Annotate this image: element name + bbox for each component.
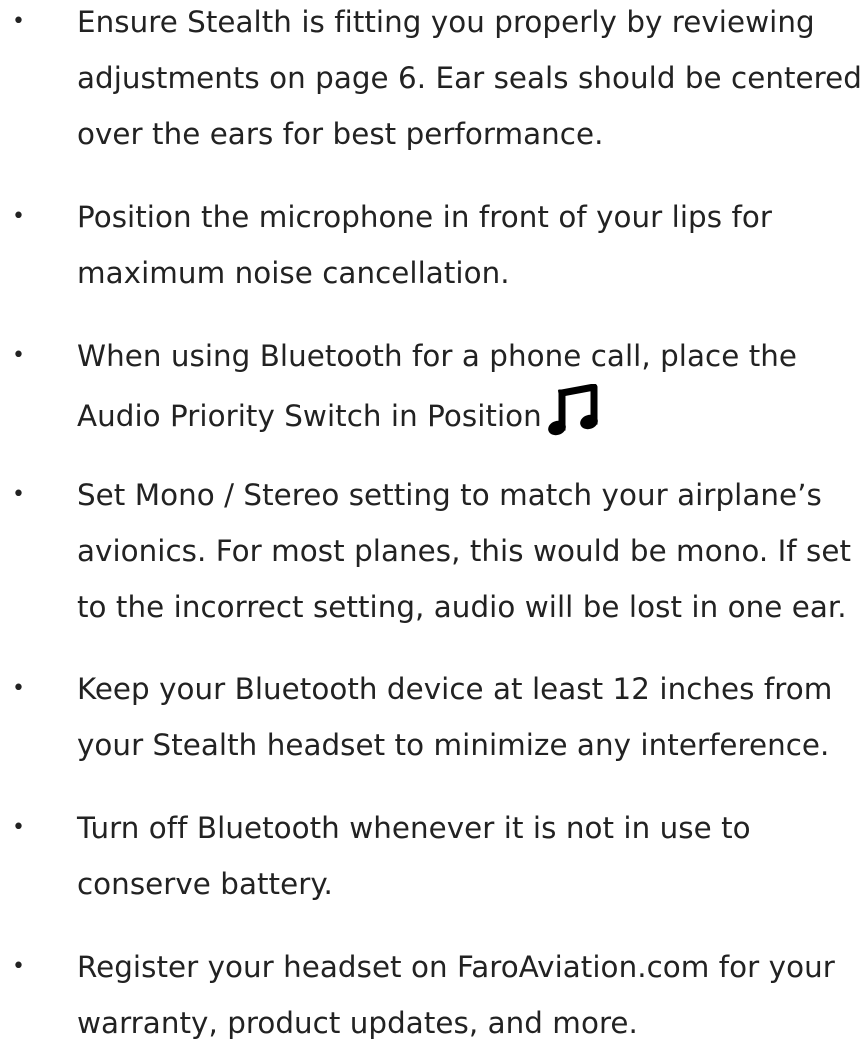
tip-line: Turn off Bluetooth whenever it is not in… — [77, 811, 751, 845]
tip-line: maximum noise cancellation. — [77, 256, 510, 290]
tip-text: Keep your Bluetooth device at least 12 i… — [77, 661, 867, 773]
tip-line: Ensure Stealth is fitting you properly b… — [77, 5, 815, 39]
bullet: • — [12, 9, 25, 34]
tip-line: conserve battery. — [77, 867, 333, 901]
tip-line: to the incorrect setting, audio will be … — [77, 590, 847, 624]
bullet: • — [12, 204, 25, 229]
bullet: • — [12, 954, 25, 979]
tip-line: adjustments on page 6. Ear seals should … — [77, 61, 862, 95]
tip-text: Ensure Stealth is fitting you properly b… — [77, 0, 867, 162]
tip-text: When using Bluetooth for a phone call, p… — [77, 328, 867, 444]
tip-line: avionics. For most planes, this would be… — [77, 534, 852, 568]
tip-line: Set Mono / Stereo setting to match your … — [77, 478, 822, 512]
bullet: • — [12, 343, 25, 368]
bullet: • — [12, 815, 25, 840]
tip-line: warranty, product updates, and more. — [77, 1006, 638, 1040]
tip-text: Register your headset on FaroAviation.co… — [77, 939, 867, 1051]
tip-line-with-icon: Audio Priority Switch in Position — [77, 384, 867, 444]
tip-line: over the ears for best performance. — [77, 117, 604, 151]
music-note-icon — [547, 384, 598, 436]
tip-line: your Stealth headset to minimize any int… — [77, 728, 830, 762]
bullet: • — [12, 482, 25, 507]
tip-line: Position the microphone in front of your… — [77, 200, 772, 234]
tip-text: Turn off Bluetooth whenever it is not in… — [77, 800, 867, 912]
tip-line: Register your headset on FaroAviation.co… — [77, 950, 835, 984]
bullet: • — [12, 676, 25, 701]
tip-line: Keep your Bluetooth device at least 12 i… — [77, 672, 833, 706]
tip-line: When using Bluetooth for a phone call, p… — [77, 339, 798, 373]
tip-text: Set Mono / Stereo setting to match your … — [77, 467, 867, 635]
tip-line: Audio Priority Switch in Position — [77, 399, 542, 433]
tip-text: Position the microphone in front of your… — [77, 189, 867, 301]
